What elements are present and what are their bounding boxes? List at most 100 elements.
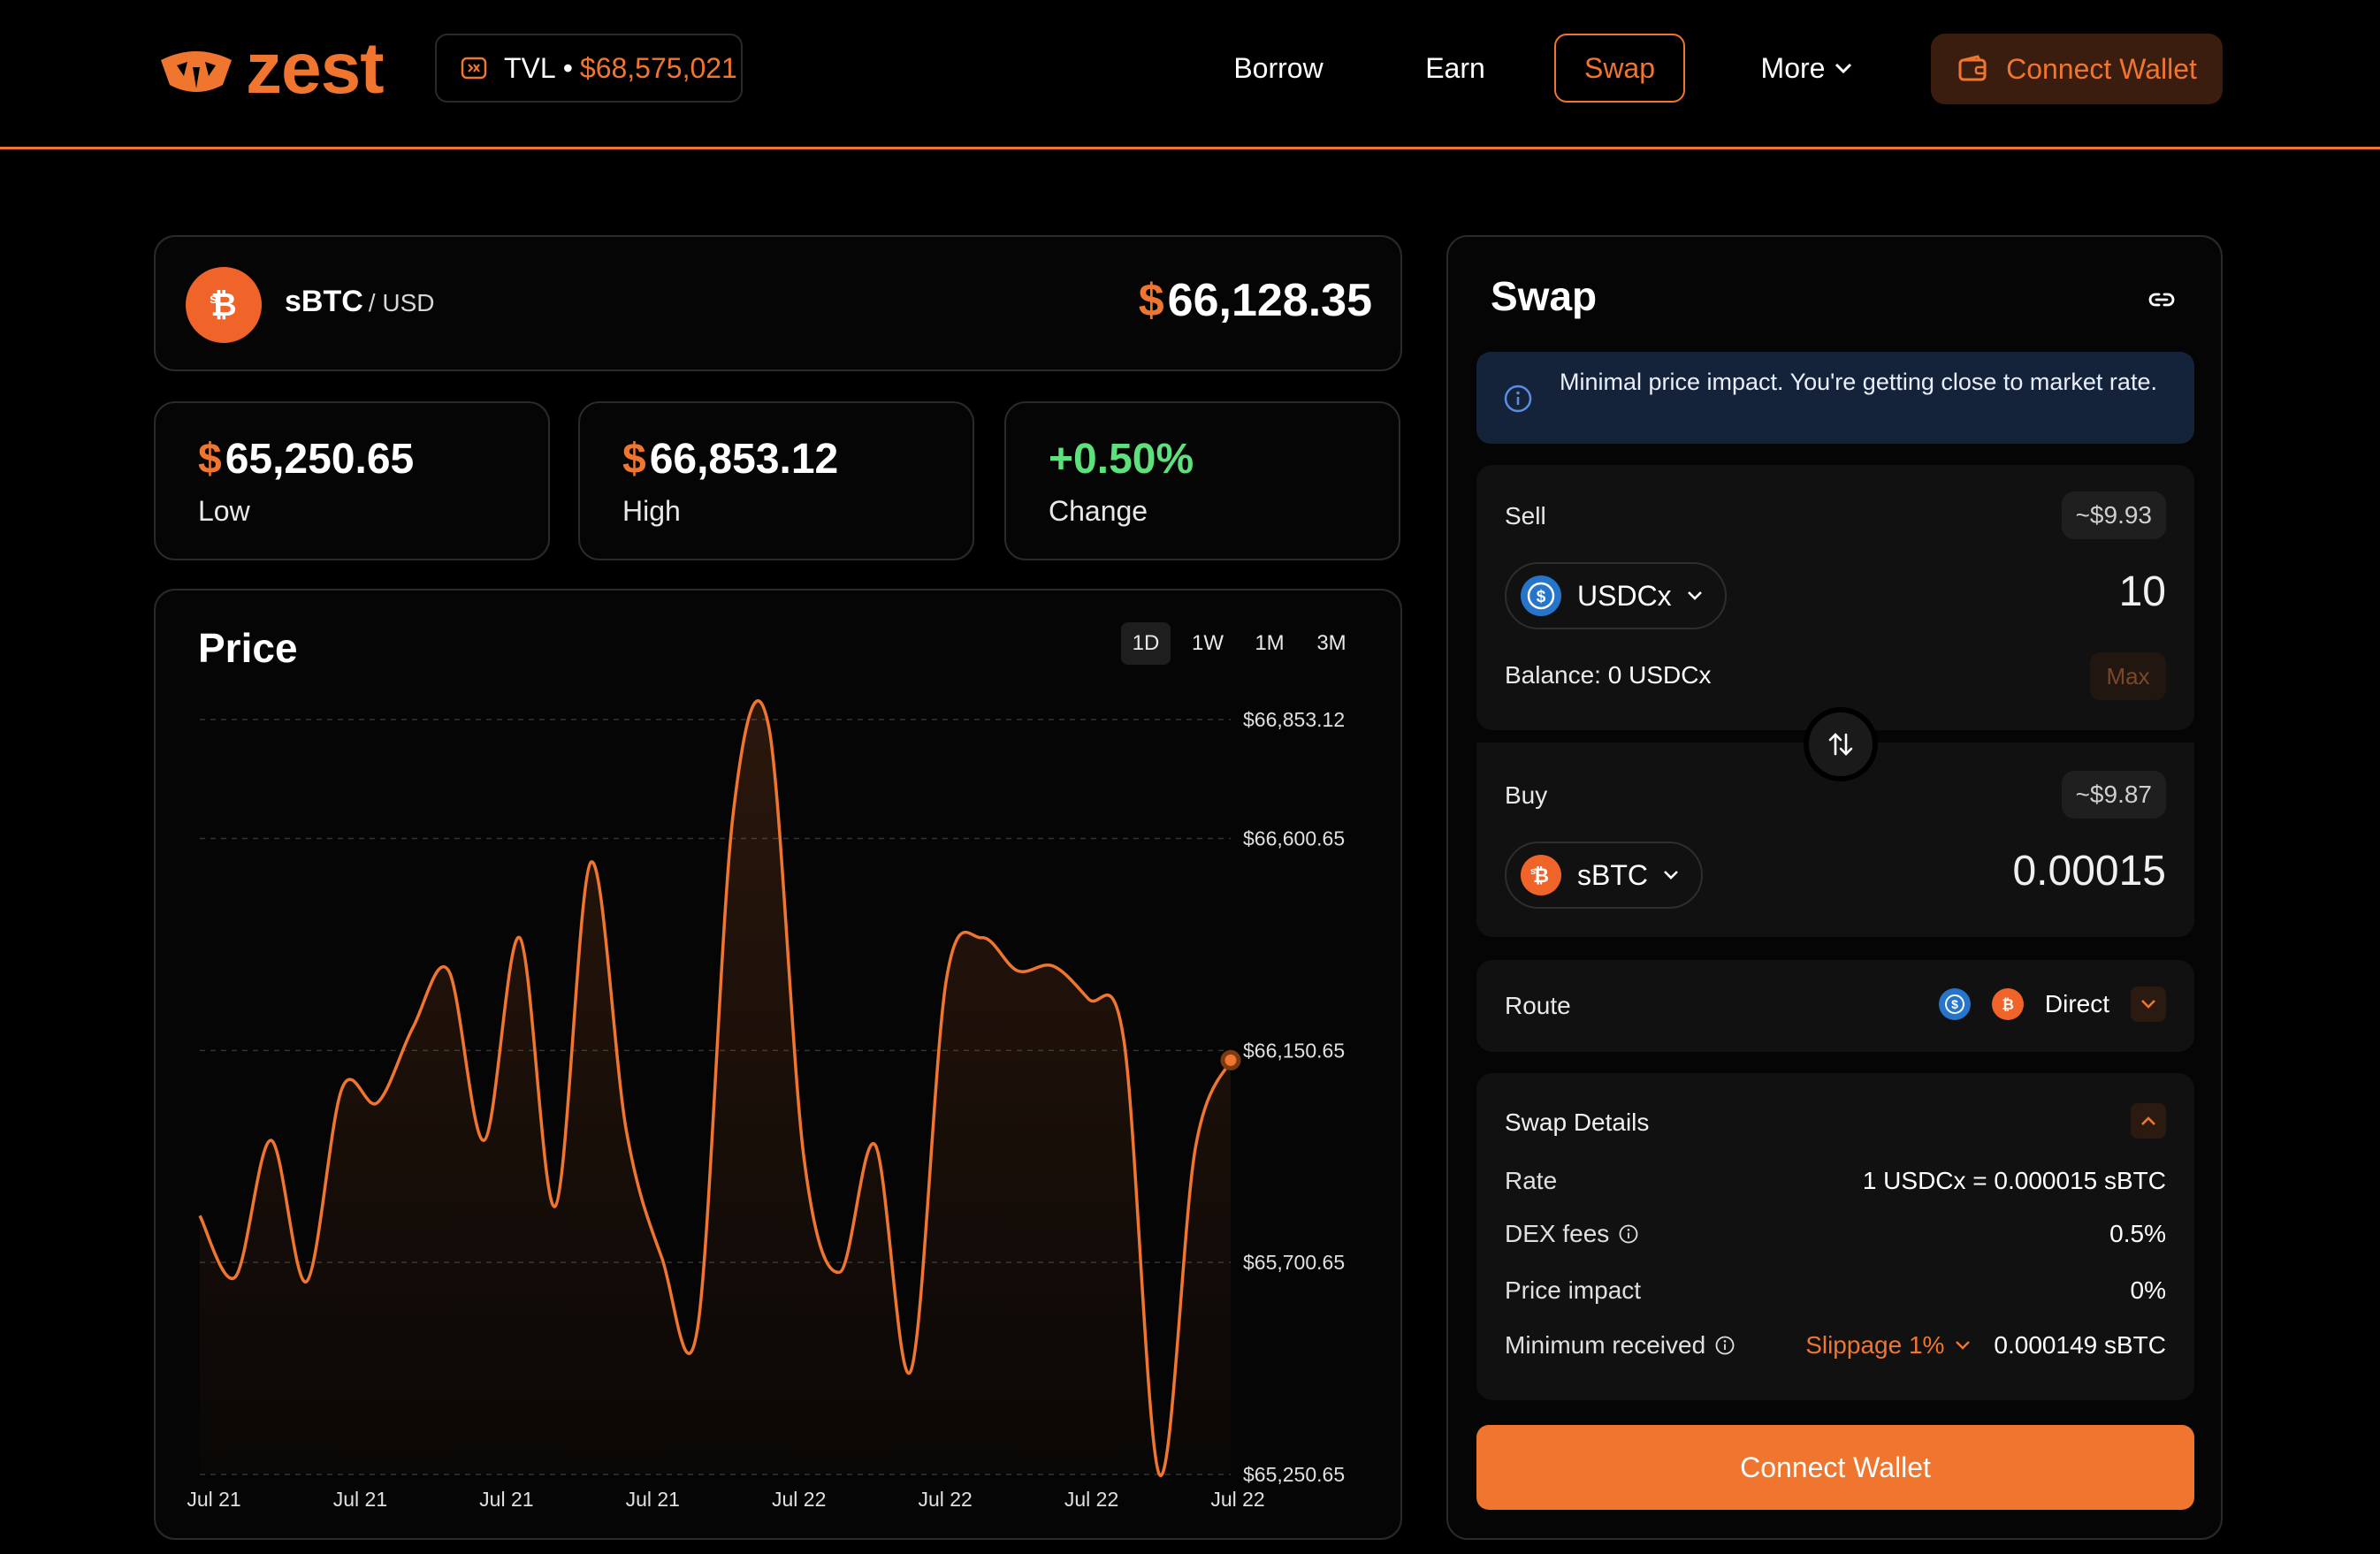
buy-amount-output: 0.00015 <box>2012 848 2166 895</box>
connect-wallet-header-button[interactable]: Connect Wallet <box>1931 34 2223 104</box>
wallet-icon <box>1958 55 1987 81</box>
svg-text:s: s <box>210 292 217 307</box>
link-icon[interactable] <box>2147 285 2177 315</box>
usdc-icon: $ <box>1938 988 1971 1020</box>
detail-row-minimum-received: Minimum received Slippage 1% 0.000149 sB… <box>1505 1328 2166 1363</box>
dex-fees-value: 0.5% <box>2109 1220 2166 1247</box>
current-price-marker <box>1220 1049 1241 1070</box>
info-icon <box>1504 385 1532 413</box>
svg-text:$: $ <box>1537 588 1546 606</box>
stat-low-card: $65,250.65 Low <box>154 401 550 560</box>
high-value: 66,853.12 <box>649 436 839 483</box>
svg-text:$: $ <box>1951 997 1958 1011</box>
x-tick-label: Jul 21 <box>479 1488 533 1511</box>
chevron-down-icon <box>1687 591 1702 600</box>
zest-logo[interactable]: zest <box>154 28 393 109</box>
nav-more[interactable]: More <box>1742 34 1873 103</box>
stat-change-card: +0.50% Change <box>1004 401 1400 560</box>
rate-label: Rate <box>1505 1167 1558 1194</box>
detail-row-rate: Rate 1 USDCx = 0.000015 sBTC <box>1505 1163 2166 1199</box>
x-tick-label: Jul 22 <box>1064 1488 1118 1511</box>
route-panel: Route $ ₿ Direct <box>1476 960 2194 1052</box>
route-expand-button[interactable] <box>2131 986 2166 1022</box>
logo-text: zest <box>246 28 385 109</box>
chevron-down-icon <box>1835 63 1852 74</box>
detail-row-dex-fees: DEX fees 0.5% <box>1505 1216 2166 1252</box>
svg-text:₿: ₿ <box>2002 996 2014 1013</box>
stat-high-card: $66,853.12 High <box>578 401 974 560</box>
nav-swap[interactable]: Swap <box>1554 34 1685 103</box>
minimum-received-label: Minimum received <box>1505 1331 1706 1359</box>
sell-token-name: USDCx <box>1577 579 1672 612</box>
x-tick-label: Jul 21 <box>626 1488 680 1511</box>
info-icon[interactable] <box>1618 1223 1639 1245</box>
sell-token-selector[interactable]: $ USDCx <box>1505 562 1727 629</box>
price-value: 66,128.35 <box>1167 275 1372 326</box>
btc-icon: ₿ s <box>186 267 262 343</box>
chevron-down-icon <box>2141 1000 2155 1009</box>
info-icon[interactable] <box>1714 1335 1735 1356</box>
chevron-down-icon <box>1664 871 1678 880</box>
stat-low-value: $65,250.65 <box>198 435 414 484</box>
sell-panel: Sell ~$9.93 $ USDCx 10 Balance: 0 USDCx … <box>1476 465 2194 730</box>
swap-arrows-icon <box>1828 733 1853 756</box>
tvl-separator: • <box>562 51 573 84</box>
y-tick-label: $66,853.12 <box>1243 708 1345 731</box>
price-chart: $66,853.12 $66,600.65 $66,150.65 $65,700.65… <box>187 699 1345 1511</box>
top-navbar: zest TVL • $68,575,021 Borrow Earn Swap … <box>0 0 2380 149</box>
max-button[interactable]: Max <box>2090 652 2166 700</box>
x-tick-label: Jul 22 <box>772 1488 826 1511</box>
price-chart-card: $66,853.12 $66,600.65 $66,150.65 $65,700.65… <box>154 589 1402 1540</box>
x-tick-label: Jul 22 <box>1210 1488 1264 1511</box>
minimum-received-key: Minimum received <box>1505 1331 1735 1360</box>
buy-usd-value: ~$9.87 <box>2061 771 2166 819</box>
minimum-received-group: Slippage 1% 0.000149 sBTC <box>1805 1331 2166 1360</box>
swap-details-panel: Swap Details Rate 1 USDCx = 0.000015 sBT… <box>1476 1073 2194 1400</box>
pair-quote: / USD <box>368 289 435 316</box>
y-tick-label: $66,150.65 <box>1243 1039 1345 1062</box>
nav-earn[interactable]: Earn <box>1400 34 1510 103</box>
y-tick-label: $65,250.65 <box>1243 1463 1345 1486</box>
timeframe-1d[interactable]: 1D <box>1121 622 1171 665</box>
nav-borrow[interactable]: Borrow <box>1213 34 1344 103</box>
pair-title: sBTC / USD <box>285 285 434 319</box>
stat-high-label: High <box>622 495 681 527</box>
sell-amount-input[interactable]: 10 <box>2119 568 2166 616</box>
price-impact-value: 0% <box>2130 1276 2166 1304</box>
sell-label: Sell <box>1505 502 1546 529</box>
connect-wallet-header-label: Connect Wallet <box>2006 52 2197 85</box>
timeframe-1m[interactable]: 1M <box>1245 622 1294 665</box>
buy-token-selector[interactable]: ₿ s sBTC <box>1505 842 1703 909</box>
minimum-received-value: 0.000149 sBTC <box>1994 1331 2166 1359</box>
nav-more-label: More <box>1760 51 1826 84</box>
dex-fees-label: DEX fees <box>1505 1220 1610 1247</box>
tvl-icon <box>461 57 487 80</box>
usdc-icon: $ <box>1521 575 1561 616</box>
current-price: $66,128.35 <box>1139 274 1372 327</box>
swap-direction-button[interactable] <box>1804 707 1878 781</box>
price-impact-banner: Minimal price impact. You're getting clo… <box>1476 352 2194 444</box>
logo-mascot-icon <box>161 51 232 92</box>
buy-token-name: sBTC <box>1577 858 1648 891</box>
currency-symbol: $ <box>1138 275 1164 326</box>
btc-icon: ₿ <box>1991 988 2024 1020</box>
swap-title: Swap <box>1491 273 1598 319</box>
connect-wallet-button[interactable]: Connect Wallet <box>1476 1425 2194 1510</box>
swap-details-toggle[interactable] <box>2131 1103 2166 1139</box>
stat-high-value: $66,853.12 <box>622 435 838 484</box>
tvl-label: TVL <box>504 51 556 84</box>
stat-change-value: +0.50% <box>1049 436 1194 483</box>
price-impact-text: Minimal price impact. You're getting clo… <box>1560 369 2157 395</box>
x-tick-label: Jul 21 <box>187 1488 240 1511</box>
x-tick-label: Jul 22 <box>918 1488 972 1511</box>
chevron-up-icon <box>2141 1116 2155 1125</box>
pair-base: sBTC <box>285 285 363 318</box>
timeframe-1w[interactable]: 1W <box>1183 622 1232 665</box>
route-value: Direct <box>2044 990 2109 1017</box>
timeframe-3m[interactable]: 3M <box>1307 622 1356 665</box>
slippage-selector[interactable]: Slippage 1% <box>1805 1331 1971 1360</box>
price-impact-label: Price impact <box>1505 1276 1642 1304</box>
currency-symbol: $ <box>622 436 646 483</box>
chart-title: Price <box>198 625 298 671</box>
dex-fees-key: DEX fees <box>1505 1220 1639 1248</box>
